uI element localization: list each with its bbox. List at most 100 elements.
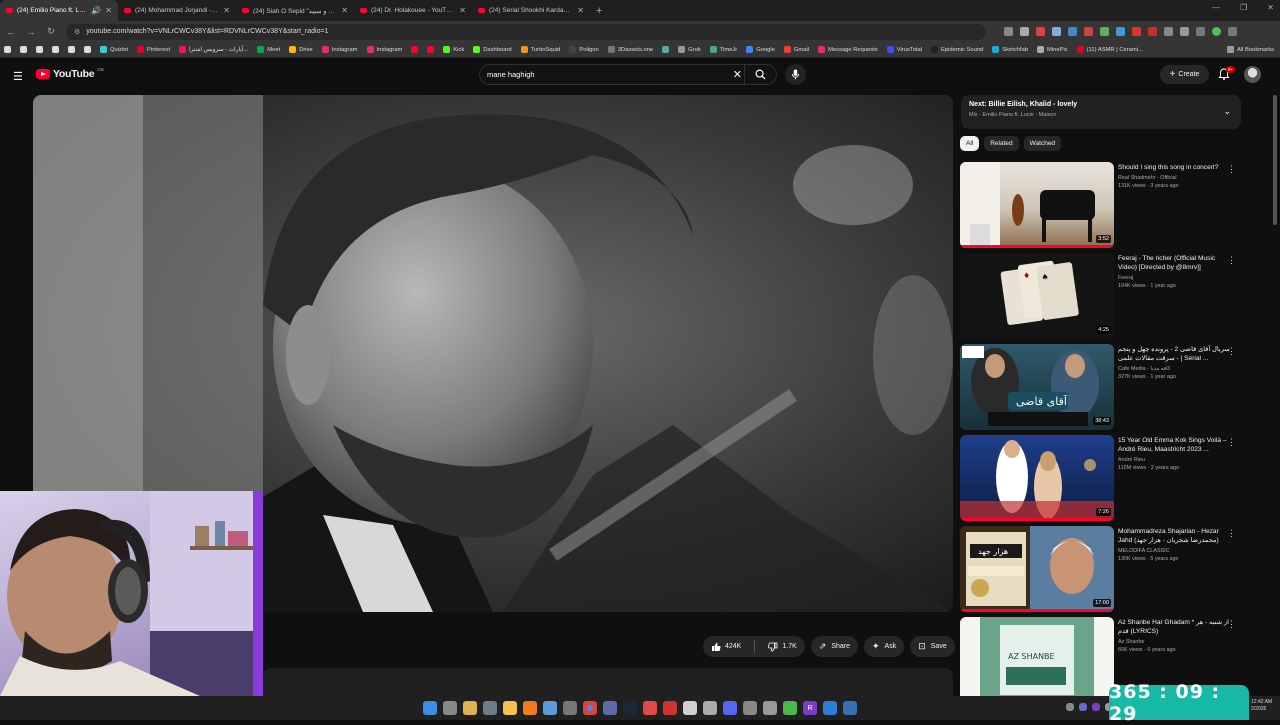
- settings-icon[interactable]: [563, 701, 577, 715]
- video-thumbnail[interactable]: آقای قاضی 38:43: [960, 344, 1114, 430]
- channel-name[interactable]: Az Shanbe: [1118, 639, 1230, 645]
- app-icon[interactable]: [603, 701, 617, 715]
- extension-icon[interactable]: [1084, 27, 1093, 36]
- app-icon[interactable]: [523, 701, 537, 715]
- video-thumbnail[interactable]: 3:52: [960, 162, 1114, 248]
- close-tab-icon[interactable]: ✕: [577, 6, 584, 15]
- bookmark-item[interactable]: TimeJr: [709, 46, 737, 53]
- mix-panel-header[interactable]: Next: Billie Eilish, Khalid - lovely Mix…: [961, 95, 1241, 129]
- bookmark-item[interactable]: [427, 46, 435, 53]
- browser-tab-2[interactable]: (24) Mohammad Jorjandi - You ✕: [118, 0, 236, 21]
- app-icon[interactable]: [463, 701, 477, 715]
- bookmark-item[interactable]: MinePic: [1037, 46, 1068, 53]
- bookmark-item[interactable]: [662, 46, 670, 53]
- create-button[interactable]: + Create: [1160, 65, 1209, 84]
- app-icon[interactable]: [683, 701, 697, 715]
- browser-tab-1[interactable]: (24) Emilio Piano ft. Lucie 🔊 ✕: [0, 0, 118, 21]
- address-bar[interactable]: ⚙ youtube.com/watch?v=VNLrCWCv38Y&list=R…: [66, 23, 986, 40]
- more-options-icon[interactable]: ⋮: [1227, 164, 1236, 175]
- video-thumbnail[interactable]: هزار جهد 17:00: [960, 526, 1114, 612]
- more-options-icon[interactable]: ⋮: [1227, 255, 1236, 266]
- bookmark-item[interactable]: Epidemic Sound: [931, 46, 983, 53]
- bookmark-item[interactable]: Quizlet: [100, 46, 128, 53]
- maximize-icon[interactable]: ❐: [1240, 3, 1247, 12]
- bookmark-item[interactable]: Dashboard: [473, 46, 512, 53]
- app-icon[interactable]: [843, 701, 857, 715]
- browser-tab-4[interactable]: (24) Dr. Holakouee - YouTube ✕: [354, 0, 472, 21]
- recommendation-item[interactable]: هزار جهد 17:00 Mohammadreza Shajarian - …: [960, 526, 1245, 612]
- channel-name[interactable]: Feeraj: [1118, 275, 1230, 281]
- profile-icon[interactable]: [1212, 27, 1221, 36]
- discord-icon[interactable]: [723, 701, 737, 715]
- bookmark-item[interactable]: 3Dassets.one: [607, 46, 653, 53]
- extension-icon[interactable]: [1036, 27, 1045, 36]
- app-icon[interactable]: [643, 701, 657, 715]
- tray-icon[interactable]: [1079, 703, 1087, 711]
- close-tab-icon[interactable]: ✕: [105, 6, 112, 15]
- app-icon[interactable]: [763, 701, 777, 715]
- app-icon[interactable]: [483, 701, 497, 715]
- puzzle-icon[interactable]: [1164, 27, 1173, 36]
- video-thumbnail[interactable]: 7:26: [960, 435, 1114, 521]
- forward-icon[interactable]: →: [26, 27, 36, 37]
- share-button[interactable]: ⇗ Share: [810, 636, 858, 657]
- bookmark-item[interactable]: Instagram: [366, 46, 402, 53]
- cast-icon[interactable]: [1004, 27, 1013, 36]
- minimize-icon[interactable]: —: [1212, 3, 1220, 12]
- app-icon[interactable]: R: [803, 701, 817, 715]
- close-tab-icon[interactable]: ✕: [459, 6, 466, 15]
- speaker-icon[interactable]: 🔊: [91, 6, 101, 15]
- bookmark-folder-icon[interactable]: [36, 46, 43, 53]
- app-icon[interactable]: [703, 701, 717, 715]
- bookmark-folder-icon[interactable]: [84, 46, 91, 53]
- like-button[interactable]: 424K: [703, 636, 749, 657]
- voice-search-button[interactable]: [785, 64, 806, 85]
- window-close-icon[interactable]: ✕: [1267, 3, 1274, 12]
- file-explorer-icon[interactable]: [503, 701, 517, 715]
- all-bookmarks[interactable]: All Bookmarks: [1226, 46, 1274, 53]
- bookmark-item[interactable]: Gmail: [783, 46, 809, 53]
- extension-icon[interactable]: [1052, 27, 1061, 36]
- close-tab-icon[interactable]: ✕: [341, 6, 348, 15]
- browser-tab-5[interactable]: (24) Serial Shookhi Kardam - Pa ✕: [472, 0, 590, 21]
- bookmark-item[interactable]: Drive: [289, 46, 313, 53]
- chip-watched[interactable]: Watched: [1023, 136, 1062, 151]
- bookmark-item[interactable]: Grok: [678, 46, 701, 53]
- bookmark-item[interactable]: آپارات - سرویس اشترا...: [178, 46, 248, 53]
- kebab-menu-icon[interactable]: [1228, 27, 1237, 36]
- tray-icon[interactable]: [1092, 703, 1100, 711]
- dislike-button[interactable]: 1.7K: [760, 636, 804, 657]
- hamburger-menu-icon[interactable]: ☰: [13, 70, 23, 83]
- bookmark-item[interactable]: Poligon: [569, 46, 599, 53]
- app-icon[interactable]: [783, 701, 797, 715]
- recommendation-item[interactable]: آقای قاضی 38:43 سریال آقای قاضی 2 - پرون…: [960, 344, 1245, 430]
- bookmark-item[interactable]: (11) ASMR | Cerami...: [1076, 46, 1143, 53]
- bookmark-item[interactable]: Meet: [257, 46, 280, 53]
- app-icon[interactable]: [543, 701, 557, 715]
- tray-icon[interactable]: [1066, 703, 1074, 711]
- extension-icon[interactable]: [1116, 27, 1125, 36]
- bookmark-folder-icon[interactable]: [20, 46, 27, 53]
- reload-icon[interactable]: ↻: [46, 26, 56, 37]
- bookmark-item[interactable]: [411, 46, 419, 53]
- extension-icon[interactable]: [1068, 27, 1077, 36]
- chip-all[interactable]: All: [960, 136, 980, 151]
- bookmark-item[interactable]: VirusTotal: [886, 46, 922, 53]
- app-icon[interactable]: [823, 701, 837, 715]
- chip-related[interactable]: Related: [984, 136, 1019, 151]
- video-thumbnail[interactable]: AZ SHANBE: [960, 617, 1114, 703]
- extension-icon[interactable]: [1196, 27, 1205, 36]
- page-scrollbar[interactable]: [1273, 95, 1277, 225]
- task-view-icon[interactable]: [443, 701, 457, 715]
- new-tab-icon[interactable]: +: [596, 5, 602, 17]
- recommendation-item[interactable]: 7:26 15 Year Old Emma Kok Sings Voilà – …: [960, 435, 1245, 521]
- bookmark-item[interactable]: Sketchfab: [992, 46, 1028, 53]
- bookmark-item[interactable]: Instagram: [321, 46, 358, 53]
- bookmark-folder-icon[interactable]: [68, 46, 75, 53]
- video-thumbnail[interactable]: ♦ ♠ 4:25: [960, 253, 1114, 339]
- steam-icon[interactable]: [623, 701, 637, 715]
- more-options-icon[interactable]: ⋮: [1227, 346, 1236, 357]
- extension-icon[interactable]: [1132, 27, 1141, 36]
- search-input[interactable]: mane haghigh ✕: [479, 64, 777, 85]
- ask-button[interactable]: ✦ Ask: [864, 636, 905, 657]
